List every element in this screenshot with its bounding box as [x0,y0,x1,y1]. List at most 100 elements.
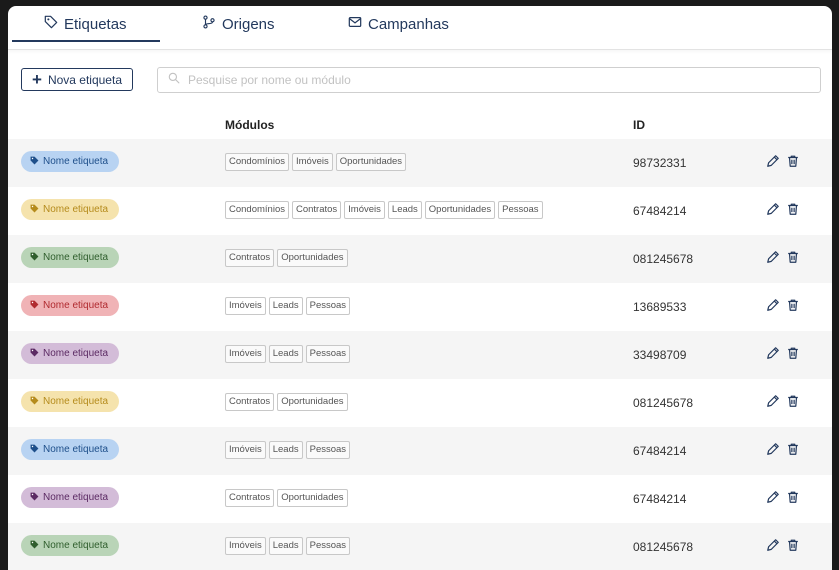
trash-icon[interactable] [786,250,800,264]
module-chip: Leads [387,201,422,219]
header-modules: Módulos [225,118,275,132]
module-chip: Oportunidades [277,249,348,267]
modules-list: Contratos Oportunidades [225,249,348,267]
modules-list: Imóveis Leads Pessoas [225,345,351,363]
tab-etiquetas[interactable]: Etiquetas [44,6,127,42]
table-row: Nome etiqueta Imóveis Leads Pessoas 33498709 [8,331,832,379]
module-chip: Contratos [291,201,342,219]
modules-list: Contratos Oportunidades [225,489,348,507]
tag-name: Nome etiqueta [43,396,109,407]
table-row: Nome etiqueta Condomínios Imóveis Oportunid… [8,139,832,187]
trash-icon[interactable] [786,346,800,360]
row-id: 081245678 [633,396,694,410]
tag-icon [44,15,58,33]
module-chip: Contratos [225,393,275,411]
module-chip: Oportunidades [277,489,348,507]
tag-name: Nome etiqueta [43,348,109,359]
edit-icon[interactable] [766,298,780,312]
edit-icon[interactable] [766,154,780,168]
trash-icon[interactable] [786,394,800,408]
module-chip: Leads [268,345,303,363]
row-id: 67484214 [633,204,687,218]
search-box [157,67,821,93]
tag-name: Nome etiqueta [43,300,109,311]
new-tag-button[interactable]: + Nova etiqueta [21,68,133,91]
tag-icon [30,540,39,552]
tab-bar: Etiquetas Origens Campanhas [8,6,832,50]
table-row: Nome etiqueta Condomínios Contratos Imóveis… [8,187,832,235]
tag-icon [30,444,39,456]
tag-name: Nome etiqueta [43,444,109,455]
search-input[interactable] [186,72,820,88]
edit-icon[interactable] [766,490,780,504]
trash-icon[interactable] [786,202,800,216]
tag-pill: Nome etiqueta [21,151,119,172]
table-row: Nome etiqueta Contratos Oportunidades 67484… [8,475,832,523]
table-row: Nome etiqueta Imóveis Leads Pessoas 13689533 [8,283,832,331]
tab-label: Etiquetas [64,15,127,33]
tab-label: Origens [222,15,275,33]
trash-icon[interactable] [786,298,800,312]
table-row: Nome etiqueta Imóveis Leads Pessoas 67484214 [8,427,832,475]
module-chip: Pessoas [305,441,351,459]
trash-icon[interactable] [786,490,800,504]
plus-icon: + [32,69,42,89]
edit-icon[interactable] [766,250,780,264]
module-chip: Oportunidades [277,393,348,411]
table-row: Nome etiqueta Contratos Oportunidades 08124… [8,235,832,283]
table-row: Nome etiqueta Imóveis Leads Pessoas 08124567… [8,523,832,570]
edit-icon[interactable] [766,202,780,216]
module-chip: Imóveis [344,201,385,219]
row-id: 13689533 [633,300,687,314]
module-chip: Leads [268,537,303,555]
table-row: Nome etiqueta Contratos Oportunidades 08124… [8,379,832,427]
modules-list: Imóveis Leads Pessoas [225,441,351,459]
search-icon [168,71,180,89]
row-id: 67484214 [633,492,687,506]
module-chip: Oportunidades [424,201,496,219]
edit-icon[interactable] [766,394,780,408]
module-chip: Condomínios [225,201,289,219]
tag-icon [30,204,39,216]
tag-name: Nome etiqueta [43,540,109,551]
tag-icon [30,252,39,264]
module-chip: Imóveis [291,153,333,171]
edit-icon[interactable] [766,442,780,456]
modules-list: Imóveis Leads Pessoas [225,537,351,555]
row-id: 081245678 [633,540,694,554]
tab-origens[interactable]: Origens [202,6,275,42]
module-chip: Imóveis [225,345,266,363]
modules-list: Contratos Oportunidades [225,393,348,411]
row-id: 98732331 [633,156,687,170]
module-chip: Pessoas [305,345,351,363]
module-chip: Imóveis [225,441,266,459]
trash-icon[interactable] [786,538,800,552]
tag-name: Nome etiqueta [43,204,109,215]
tab-label: Campanhas [368,15,449,33]
module-chip: Leads [268,441,303,459]
trash-icon[interactable] [786,442,800,456]
trash-icon[interactable] [786,154,800,168]
tag-pill: Nome etiqueta [21,391,119,412]
modules-list: Condomínios Contratos Imóveis Leads Oportuni… [225,201,543,219]
module-chip: Contratos [225,249,275,267]
new-tag-label: Nova etiqueta [47,72,122,87]
git-branch-icon [202,15,216,33]
app-frame: Etiquetas Origens Campanhas + Nova etiqu… [8,6,832,570]
edit-icon[interactable] [766,538,780,552]
tag-pill: Nome etiqueta [21,295,119,316]
module-chip: Imóveis [225,537,266,555]
module-chip: Pessoas [498,201,543,219]
header-id: ID [633,118,645,132]
active-tab-indicator [12,40,160,42]
row-id: 081245678 [633,252,694,266]
module-chip: Oportunidades [335,153,407,171]
tag-pill: Nome etiqueta [21,535,119,556]
tag-pill: Nome etiqueta [21,343,119,364]
edit-icon[interactable] [766,346,780,360]
tag-pill: Nome etiqueta [21,199,119,220]
tag-pill: Nome etiqueta [21,439,119,460]
tab-campanhas[interactable]: Campanhas [348,6,449,42]
envelope-icon [348,15,362,33]
tag-name: Nome etiqueta [43,492,109,503]
